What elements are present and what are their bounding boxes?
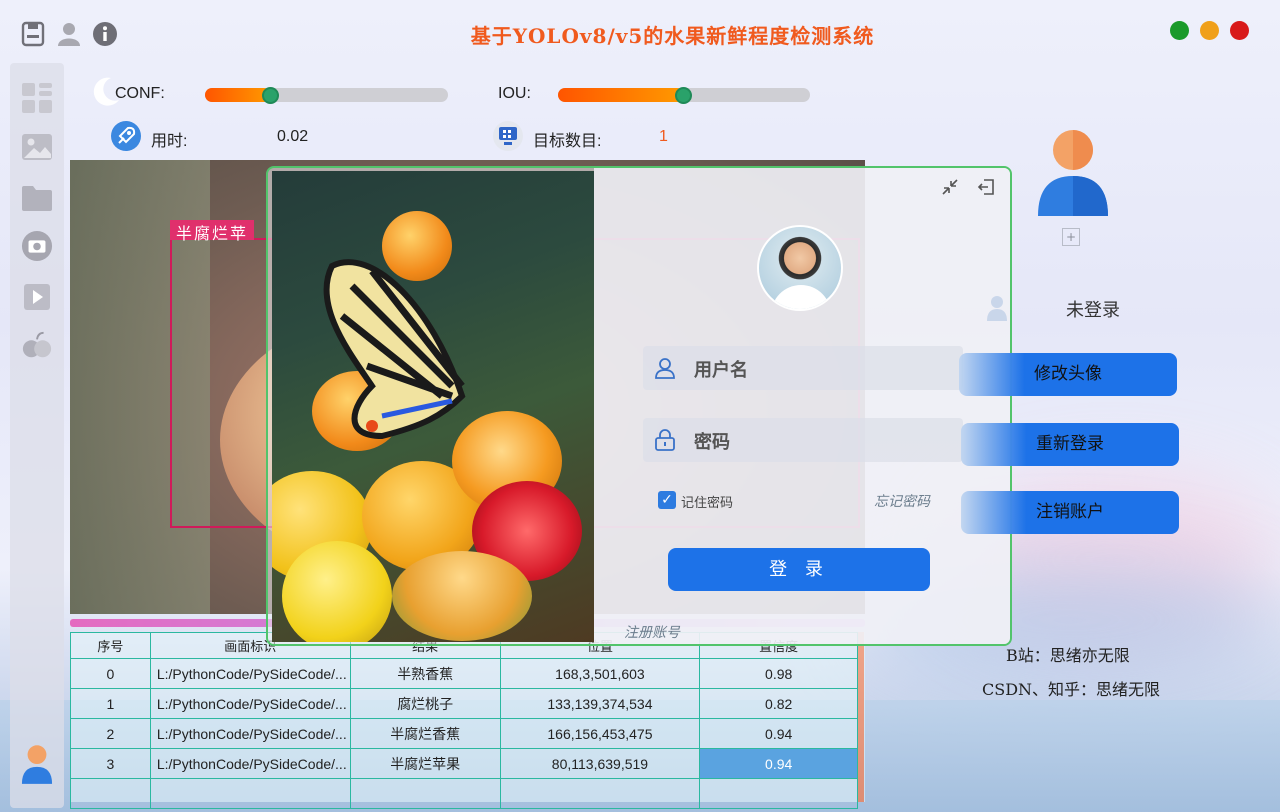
- profile-avatar-icon[interactable]: [1036, 130, 1110, 216]
- empty-cell[interactable]: [699, 778, 858, 809]
- iou-slider-handle[interactable]: [675, 87, 692, 104]
- cell-position[interactable]: 80,113,639,519: [499, 748, 701, 779]
- detection-label: 半腐烂苹: [170, 220, 255, 243]
- lock-icon: [655, 429, 675, 451]
- empty-cell[interactable]: [149, 778, 351, 809]
- fruit-pile-shape: [392, 551, 532, 641]
- cell-position[interactable]: 133,139,374,534: [499, 688, 701, 719]
- password-placeholder: 密码: [694, 432, 730, 452]
- conf-slider-handle[interactable]: [262, 87, 279, 104]
- cell-index[interactable]: 2: [70, 718, 151, 749]
- credit-csdn: CSDN、知乎：思绪无限: [982, 680, 1161, 699]
- image-icon[interactable]: [21, 131, 53, 163]
- maximize-button[interactable]: [1170, 21, 1189, 40]
- user-outline-icon: [655, 358, 675, 379]
- col-header-index[interactable]: 序号: [70, 632, 151, 659]
- dashboard-icon[interactable]: [21, 82, 53, 114]
- results-table[interactable]: 序号 画面标识 结果 位置 置信度 0 L:/PythonCode/PySide…: [70, 632, 865, 809]
- remember-checkbox[interactable]: ✓: [658, 491, 676, 509]
- cell-result[interactable]: 半腐烂苹果: [349, 748, 501, 779]
- conf-slider[interactable]: [205, 87, 448, 104]
- empty-cell[interactable]: [349, 778, 501, 809]
- user-status-icon: [987, 296, 1007, 321]
- iou-slider-fill: [558, 88, 684, 102]
- camera-icon[interactable]: [21, 230, 53, 262]
- empty-cell[interactable]: [499, 778, 701, 809]
- cell-position[interactable]: 166,156,453,475: [499, 718, 701, 749]
- count-label: 目标数目:: [533, 133, 602, 150]
- register-link[interactable]: 注册账号: [624, 622, 680, 642]
- folder-icon[interactable]: [21, 182, 53, 214]
- cell-source[interactable]: L:/PythonCode/PySideCode/...: [149, 748, 351, 779]
- save-icon[interactable]: [20, 21, 46, 47]
- cell-source[interactable]: L:/PythonCode/PySideCode/...: [149, 718, 351, 749]
- login-button[interactable]: 登 录: [668, 548, 930, 591]
- exit-icon[interactable]: [976, 178, 996, 198]
- cell-result[interactable]: 半熟香蕉: [349, 658, 501, 689]
- username-field[interactable]: 用户名: [643, 346, 963, 390]
- relogin-button[interactable]: 重新登录: [961, 423, 1179, 466]
- add-avatar-button[interactable]: +: [1062, 228, 1080, 246]
- cell-confidence[interactable]: 0.94: [699, 718, 858, 749]
- credit-bilibili: B站：思绪亦无限: [1006, 646, 1130, 665]
- cell-position[interactable]: 168,3,501,603: [499, 658, 701, 689]
- video-icon[interactable]: [21, 281, 53, 313]
- cell-index[interactable]: 1: [70, 688, 151, 719]
- cell-result[interactable]: 半腐烂香蕉: [349, 718, 501, 749]
- table-row[interactable]: 1 L:/PythonCode/PySideCode/... 腐烂桃子 133,…: [70, 688, 858, 719]
- app-title: 基于YOLOv8/v5的水果新鲜程度检测系统: [470, 24, 875, 48]
- cell-source[interactable]: L:/PythonCode/PySideCode/...: [149, 688, 351, 719]
- info-icon[interactable]: [92, 21, 118, 47]
- password-field[interactable]: 密码: [643, 418, 963, 462]
- butterfly-icon: [323, 259, 466, 440]
- table-row-empty[interactable]: [70, 778, 858, 809]
- table-row[interactable]: 0 L:/PythonCode/PySideCode/... 半熟香蕉 168,…: [70, 658, 858, 689]
- rocket-icon: [111, 121, 141, 151]
- login-dialog: 用户名 密码 ✓ 记住密码 忘记密码 登 录 注册账号: [266, 166, 1012, 646]
- remember-label: 记住密码: [681, 496, 734, 511]
- time-value: 0.02: [277, 128, 309, 145]
- logout-button[interactable]: 注销账户: [961, 491, 1179, 534]
- login-status: 未登录: [1066, 300, 1120, 321]
- user-icon[interactable]: [56, 21, 82, 47]
- login-cover-image: [272, 171, 594, 642]
- change-avatar-label: 修改头像: [1034, 364, 1102, 384]
- cell-source[interactable]: L:/PythonCode/PySideCode/...: [149, 658, 351, 689]
- cell-result[interactable]: 腐烂桃子: [349, 688, 501, 719]
- table-row[interactable]: 2 L:/PythonCode/PySideCode/... 半腐烂香蕉 166…: [70, 718, 858, 749]
- empty-cell[interactable]: [70, 778, 151, 809]
- cell-confidence[interactable]: 0.98: [699, 658, 858, 689]
- sidebar: [10, 63, 64, 808]
- cell-index[interactable]: 0: [70, 658, 151, 689]
- username-placeholder: 用户名: [694, 360, 748, 380]
- table-row[interactable]: 3 L:/PythonCode/PySideCode/... 半腐烂苹果 80,…: [70, 748, 858, 779]
- lemon-shape: [282, 541, 392, 642]
- logout-label: 注销账户: [1036, 502, 1104, 522]
- minimize-button[interactable]: [1200, 21, 1219, 40]
- login-avatar[interactable]: [757, 225, 843, 311]
- close-button[interactable]: [1230, 21, 1249, 40]
- collapse-icon[interactable]: [940, 178, 960, 198]
- relogin-label: 重新登录: [1036, 434, 1104, 454]
- fruit-icon[interactable]: [21, 329, 53, 361]
- change-avatar-button[interactable]: 修改头像: [959, 353, 1177, 396]
- iou-slider[interactable]: [558, 87, 810, 104]
- conf-label: CONF:: [115, 85, 165, 102]
- count-value: 1: [659, 128, 668, 145]
- cell-confidence-selected[interactable]: 0.94: [699, 748, 858, 779]
- forgot-password-link[interactable]: 忘记密码: [874, 491, 930, 511]
- monitor-icon: [493, 121, 523, 151]
- table-scrollbar[interactable]: [858, 632, 864, 802]
- avatar-shirt: [771, 285, 831, 309]
- cell-confidence[interactable]: 0.82: [699, 688, 858, 719]
- cell-index[interactable]: 3: [70, 748, 151, 779]
- iou-label: IOU:: [498, 85, 531, 102]
- time-label: 用时:: [151, 133, 188, 150]
- user-avatar-icon[interactable]: [21, 743, 53, 787]
